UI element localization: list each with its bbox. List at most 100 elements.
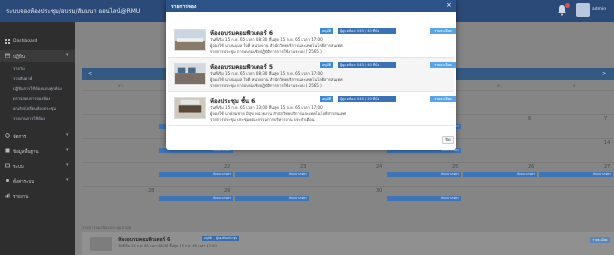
sidebar-item-system-settings[interactable]: ตั้งค่าระบบ ▾ bbox=[0, 175, 75, 187]
calendar-event[interactable]: สัมมนาเกษตร bbox=[539, 172, 613, 177]
report-icon bbox=[5, 193, 10, 198]
close-button[interactable]: ปิด bbox=[442, 136, 454, 144]
sidebar-item-label: จัดการ bbox=[13, 135, 27, 140]
calendar-event[interactable]: สัมมนาเกษตร bbox=[159, 172, 233, 177]
room-thumbnail bbox=[174, 29, 206, 51]
detail-button[interactable]: รายละเอียด bbox=[430, 28, 456, 34]
room-thumbnail bbox=[174, 63, 206, 85]
close-icon[interactable]: × bbox=[446, 2, 452, 9]
detail-button[interactable]: รายละเอียด bbox=[430, 96, 456, 102]
sidebar-item-label: รายงาน bbox=[13, 195, 29, 200]
booking-purpose: รายการประชุม ประชุมคณะกรรมการบริหารงาน ป… bbox=[210, 117, 315, 122]
detail-button[interactable]: รายละเอียด bbox=[430, 62, 456, 68]
calendar-day-number[interactable]: 28 bbox=[148, 188, 154, 194]
calendar-icon bbox=[5, 53, 10, 58]
calendar-event[interactable]: สัมมนาเกษตร bbox=[387, 172, 461, 177]
list-item[interactable]: ห้องประชุม ชั้น 6 วันที่เริ่ม 15 ก.ย. 65… bbox=[168, 92, 456, 126]
sidebar-item-dashboard[interactable]: Dashboard bbox=[0, 36, 75, 48]
calendar-event[interactable]: สัมมนาเกษตร bbox=[235, 172, 309, 177]
sidebar-subitem-label: ยกเลิก/เปลี่ยนห้องประชุม bbox=[13, 106, 56, 111]
sidebar-item-calendar[interactable]: ปฏิทิน ▾ bbox=[0, 50, 75, 62]
sidebar-item-system[interactable]: ระบบ ▾ bbox=[0, 160, 75, 172]
sidebar-item-report[interactable]: รายงาน bbox=[0, 190, 75, 202]
sidebar: Dashboard ปฏิทิน ▾ รายวัน รายสัปดาห์ ปฏิ… bbox=[0, 22, 75, 255]
calendar-day-number[interactable]: 23 bbox=[300, 164, 306, 170]
avatar[interactable] bbox=[576, 3, 590, 17]
sidebar-item-label: ตั้งค่าระบบ bbox=[13, 180, 35, 185]
modal-title: รายการจอง bbox=[171, 4, 197, 10]
status-badge: อนุมัติ bbox=[202, 236, 214, 241]
chevron-down-icon: ▾ bbox=[66, 162, 69, 168]
room-thumbnail bbox=[174, 97, 206, 119]
sidebar-subitem-report[interactable]: รายงานการใช้ห้อง bbox=[0, 113, 75, 122]
dashboard-icon bbox=[5, 39, 10, 44]
sidebar-item-basic-data[interactable]: ข้อมูลพื้นฐาน ▾ bbox=[0, 145, 75, 157]
notification-badge bbox=[565, 3, 570, 8]
database-icon bbox=[5, 148, 10, 153]
day-header: อา. bbox=[118, 83, 124, 88]
day-header: ส. bbox=[573, 83, 577, 88]
booking-list-modal: รายการจอง × ห้องอบรมคอมพิวเตอร์ 6 วันที่… bbox=[166, 0, 456, 150]
chevron-down-icon: ▾ bbox=[66, 177, 69, 183]
capacity-badge: ผู้จองห้องประชุม bbox=[214, 236, 240, 241]
sidebar-item-label: ข้อมูลพื้นฐาน bbox=[13, 150, 39, 155]
settings-icon bbox=[5, 133, 10, 138]
chevron-down-icon: ▾ bbox=[66, 132, 69, 138]
sidebar-item-manage[interactable]: จัดการ ▾ bbox=[0, 130, 75, 142]
list-item[interactable]: ห้องอบรมคอมพิวเตอร์ 6 วันที่เริ่ม 15 ก.ย… bbox=[168, 24, 456, 58]
calendar-day-number[interactable]: 30 bbox=[376, 188, 382, 194]
calendar-next-button[interactable]: > bbox=[602, 71, 606, 77]
calendar-week-row: 28 29 30 สัมมนาเกษตร สัมมนาเกษตร สัมมนาเกษตร bbox=[82, 186, 614, 210]
gear-icon bbox=[6, 179, 9, 182]
calendar-day-number[interactable]: 22 bbox=[224, 164, 230, 170]
calendar-day-number[interactable]: 6 bbox=[528, 116, 531, 122]
booking-purpose: รายการประชุม การอบรมเชิงปฏิบัติการการใช้… bbox=[210, 49, 322, 54]
sidebar-subitem-label: รายงานการใช้ห้อง bbox=[13, 116, 46, 121]
sidebar-subitem-check[interactable]: ตรวจสอบการจองห้อง bbox=[0, 93, 75, 102]
calendar-day-number[interactable]: 7 bbox=[604, 116, 607, 122]
sidebar-item-label: ระบบ bbox=[13, 165, 24, 170]
sidebar-subitem-label: ตรวจสอบการจองห้อง bbox=[13, 96, 51, 101]
capacity-badge: ผู้ดูแลห้อง: 045 / 40 ที่นั่ง bbox=[338, 28, 396, 34]
calendar-event[interactable]: สัมมนาเกษตร bbox=[159, 196, 233, 201]
booking-detail: วันที่เริ่ม 15 ก.ย. 65 เวลา 08:30 สิ้นสุ… bbox=[118, 244, 217, 248]
upcoming-section-label: รายการจองห้องประชุมล่าสุด bbox=[82, 225, 132, 230]
sidebar-subitem-label: รายสัปดาห์ bbox=[13, 76, 33, 81]
calendar-day-number[interactable]: 26 bbox=[528, 164, 534, 170]
calendar-week-row: 22 23 24 25 26 27 สัมมนาเกษตร สัมมนาเกษตร สัมมนา… bbox=[82, 162, 614, 186]
capacity-badge: ผู้ดูแลห้อง: 045 / 20 ที่นั่ง bbox=[338, 96, 396, 102]
status-badge: อนุมัติ bbox=[320, 96, 334, 102]
calendar-event[interactable]: สัมมนาเกษตร bbox=[387, 196, 461, 201]
capacity-badge: ผู้ดูแลห้อง: 045 / 40 ที่นั่ง bbox=[338, 62, 396, 68]
sidebar-subitem-weekly[interactable]: รายสัปดาห์ bbox=[0, 73, 75, 82]
sidebar-subitem-label: รายวัน bbox=[13, 66, 25, 71]
calendar-day-number[interactable]: 27 bbox=[604, 164, 610, 170]
day-header: ศ. bbox=[497, 83, 501, 88]
calendar-day-number[interactable]: 14 bbox=[604, 140, 610, 146]
room-thumbnail bbox=[90, 237, 112, 251]
sidebar-subitem-all-rooms[interactable]: ปฏิทินการใช้ห้องแบบทุกห้อง bbox=[0, 83, 75, 92]
app-title: ระบบจองห้องประชุม/อบรม/สัมมนา ออนไลน์@RM… bbox=[6, 8, 141, 15]
sidebar-subitem-daily[interactable]: รายวัน bbox=[0, 63, 75, 72]
system-icon bbox=[5, 163, 10, 168]
calendar-day-number[interactable]: 29 bbox=[224, 188, 230, 194]
user-name[interactable]: admin bbox=[592, 7, 606, 12]
status-badge: อนุมัติ bbox=[320, 62, 334, 68]
booking-purpose: รายการประชุม การอบรมเชิงปฏิบัติการการใช้… bbox=[210, 83, 322, 88]
status-badge: อนุมัติ bbox=[320, 28, 334, 34]
modal-header: รายการจอง × bbox=[166, 0, 456, 12]
calendar-event[interactable]: สัมมนาเกษตร bbox=[235, 196, 309, 201]
sidebar-subitem-label: ปฏิทินการใช้ห้องแบบทุกห้อง bbox=[13, 86, 62, 91]
calendar-event[interactable]: สัมมนาเกษตร bbox=[463, 172, 537, 177]
sidebar-subitem-cancel[interactable]: ยกเลิก/เปลี่ยนห้องประชุม bbox=[0, 103, 75, 112]
calendar-prev-button[interactable]: < bbox=[88, 71, 92, 77]
upcoming-booking-card[interactable]: ห้องอบรมคอมพิวเตอร์ 6 วันที่เริ่ม 15 ก.ย… bbox=[82, 232, 614, 255]
detail-button[interactable]: รายละเอียด bbox=[590, 237, 610, 243]
list-item[interactable]: ห้องอบรมคอมพิวเตอร์ 5 วันที่เริ่ม 15 ก.ย… bbox=[168, 58, 456, 92]
chevron-down-icon: ▾ bbox=[66, 52, 69, 58]
sidebar-item-label: ปฏิทิน bbox=[13, 55, 25, 60]
sidebar-item-label: Dashboard bbox=[13, 39, 38, 44]
calendar-day-number[interactable]: 24 bbox=[376, 164, 382, 170]
calendar-day-number[interactable]: 25 bbox=[452, 164, 458, 170]
chevron-down-icon: ▾ bbox=[66, 147, 69, 153]
